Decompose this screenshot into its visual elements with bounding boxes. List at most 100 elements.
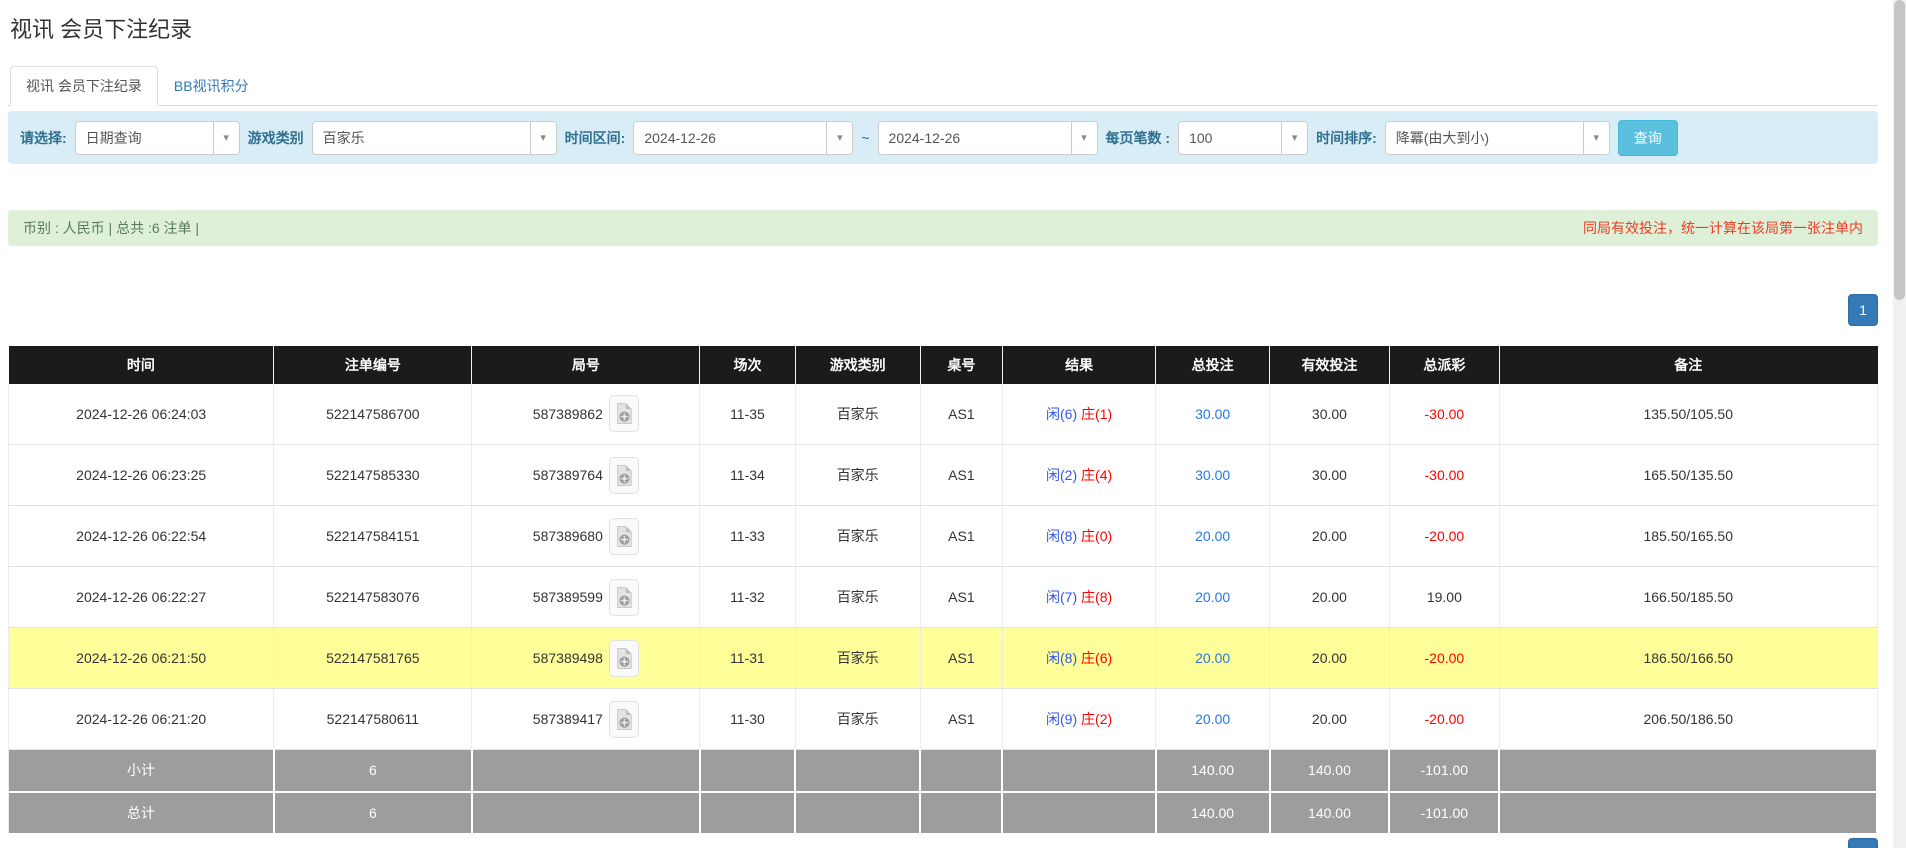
footer-label: 总计 bbox=[9, 792, 274, 834]
footer-empty bbox=[1002, 792, 1155, 834]
cell-round-id: 587389498 bbox=[472, 628, 700, 689]
table-row: 2024-12-26 06:23:25522147585330587389764… bbox=[9, 445, 1878, 506]
video-replay-icon bbox=[615, 586, 633, 609]
result-player: 闲(7) bbox=[1046, 589, 1077, 605]
cell-valid-bet: 20.00 bbox=[1270, 567, 1390, 628]
total-bet-link[interactable]: 20.00 bbox=[1195, 711, 1230, 727]
round-number: 587389764 bbox=[533, 467, 603, 483]
footer-total-bet: 140.00 bbox=[1156, 750, 1270, 792]
video-replay-button[interactable] bbox=[609, 518, 639, 555]
table-header-row: 时间注单编号局号场次游戏类别桌号结果总投注有效投注总派彩备注 bbox=[9, 347, 1878, 384]
cell-session: 11-30 bbox=[700, 689, 795, 750]
footer-empty bbox=[795, 792, 920, 834]
sort-value: 降冪(由大到小) bbox=[1386, 122, 1583, 154]
cell-time: 2024-12-26 06:22:27 bbox=[9, 567, 274, 628]
cell-round-id: 587389599 bbox=[472, 567, 700, 628]
result-player: 闲(2) bbox=[1046, 467, 1077, 483]
footer-payout: -101.00 bbox=[1389, 792, 1499, 834]
page-1-button[interactable]: 1 bbox=[1848, 294, 1878, 326]
cell-session: 11-35 bbox=[700, 384, 795, 445]
cell-game-type: 百家乐 bbox=[795, 689, 920, 750]
search-button[interactable]: 查询 bbox=[1618, 120, 1678, 156]
cell-table-no: AS1 bbox=[920, 384, 1002, 445]
cell-payout: -20.00 bbox=[1389, 689, 1499, 750]
cell-note: 185.50/165.50 bbox=[1499, 506, 1877, 567]
cell-table-no: AS1 bbox=[920, 628, 1002, 689]
footer-empty bbox=[1002, 750, 1155, 792]
table-row: 2024-12-26 06:22:54522147584151587389680… bbox=[9, 506, 1878, 567]
video-replay-button[interactable] bbox=[609, 640, 639, 677]
cell-bet-id: 522147584151 bbox=[274, 506, 472, 567]
cell-bet-id: 522147585330 bbox=[274, 445, 472, 506]
tab-bb-video-points[interactable]: BB视讯积分 bbox=[158, 66, 265, 106]
cell-bet-id: 522147580611 bbox=[274, 689, 472, 750]
cell-round-id: 587389417 bbox=[472, 689, 700, 750]
video-replay-button[interactable] bbox=[609, 579, 639, 616]
cell-game-type: 百家乐 bbox=[795, 567, 920, 628]
result-banker: 庄(1) bbox=[1081, 406, 1112, 422]
sort-select[interactable]: 降冪(由大到小) ▾ bbox=[1385, 121, 1610, 155]
chevron-down-icon: ▾ bbox=[530, 122, 556, 154]
column-header-1: 注单编号 bbox=[274, 347, 472, 384]
cell-bet-id: 522147586700 bbox=[274, 384, 472, 445]
vertical-scrollbar[interactable] bbox=[1893, 0, 1906, 848]
footer-total-bet: 140.00 bbox=[1156, 792, 1270, 834]
cell-payout: 19.00 bbox=[1389, 567, 1499, 628]
game-type-select[interactable]: 百家乐 ▾ bbox=[312, 121, 557, 155]
video-replay-icon bbox=[615, 708, 633, 731]
column-header-6: 结果 bbox=[1002, 347, 1155, 384]
cell-total-bet: 20.00 bbox=[1156, 567, 1270, 628]
footer-empty bbox=[920, 750, 1002, 792]
footer-empty bbox=[700, 792, 795, 834]
query-type-select[interactable]: 日期查询 ▾ bbox=[75, 121, 240, 155]
cell-result: 闲(7) 庄(8) bbox=[1002, 567, 1155, 628]
cell-round-id: 587389862 bbox=[472, 384, 700, 445]
tab-betting-records[interactable]: 视讯 会员下注纪录 bbox=[10, 66, 158, 106]
round-number: 587389862 bbox=[533, 406, 603, 422]
date-from-select[interactable]: 2024-12-26 ▾ bbox=[633, 121, 853, 155]
cell-total-bet: 30.00 bbox=[1156, 384, 1270, 445]
cell-session: 11-32 bbox=[700, 567, 795, 628]
scrollbar-thumb[interactable] bbox=[1894, 0, 1905, 300]
footer-count: 6 bbox=[274, 792, 472, 834]
cell-note: 135.50/105.50 bbox=[1499, 384, 1877, 445]
cell-payout: -20.00 bbox=[1389, 628, 1499, 689]
result-banker: 庄(0) bbox=[1081, 528, 1112, 544]
cell-table-no: AS1 bbox=[920, 567, 1002, 628]
page-1-button[interactable]: 1 bbox=[1848, 838, 1878, 848]
footer-valid-bet: 140.00 bbox=[1270, 792, 1390, 834]
total-bet-link[interactable]: 30.00 bbox=[1195, 467, 1230, 483]
cell-valid-bet: 30.00 bbox=[1270, 445, 1390, 506]
total-bet-link[interactable]: 20.00 bbox=[1195, 589, 1230, 605]
page-size-select[interactable]: 100 ▾ bbox=[1178, 121, 1308, 155]
total-bet-link[interactable]: 20.00 bbox=[1195, 528, 1230, 544]
result-player: 闲(8) bbox=[1046, 528, 1077, 544]
footer-empty bbox=[472, 792, 700, 834]
video-replay-button[interactable] bbox=[609, 457, 639, 494]
cell-time: 2024-12-26 06:24:03 bbox=[9, 384, 274, 445]
video-replay-button[interactable] bbox=[609, 395, 639, 432]
grand-total-row: 总计6140.00140.00-101.00 bbox=[9, 792, 1878, 834]
round-number: 587389498 bbox=[533, 650, 603, 666]
date-to-select[interactable]: 2024-12-26 ▾ bbox=[878, 121, 1098, 155]
footer-label: 小计 bbox=[9, 750, 274, 792]
cell-note: 165.50/135.50 bbox=[1499, 445, 1877, 506]
cell-time: 2024-12-26 06:21:50 bbox=[9, 628, 274, 689]
table-row: 2024-12-26 06:22:27522147583076587389599… bbox=[9, 567, 1878, 628]
cell-table-no: AS1 bbox=[920, 689, 1002, 750]
footer-valid-bet: 140.00 bbox=[1270, 750, 1390, 792]
video-replay-button[interactable] bbox=[609, 701, 639, 738]
page-size-value: 100 bbox=[1179, 122, 1281, 154]
cell-time: 2024-12-26 06:21:20 bbox=[9, 689, 274, 750]
cell-result: 闲(9) 庄(2) bbox=[1002, 689, 1155, 750]
cell-result: 闲(2) 庄(4) bbox=[1002, 445, 1155, 506]
column-header-3: 场次 bbox=[700, 347, 795, 384]
cell-payout: -30.00 bbox=[1389, 384, 1499, 445]
total-bet-link[interactable]: 30.00 bbox=[1195, 406, 1230, 422]
date-to-value: 2024-12-26 bbox=[879, 122, 1071, 154]
column-header-4: 游戏类别 bbox=[795, 347, 920, 384]
column-header-8: 有效投注 bbox=[1270, 347, 1390, 384]
cell-total-bet: 20.00 bbox=[1156, 628, 1270, 689]
total-bet-link[interactable]: 20.00 bbox=[1195, 650, 1230, 666]
footer-empty bbox=[920, 792, 1002, 834]
